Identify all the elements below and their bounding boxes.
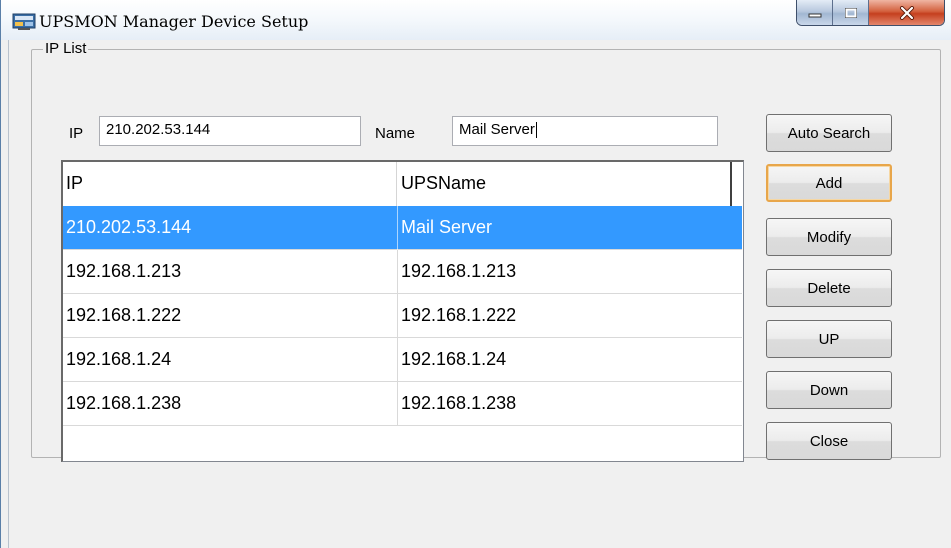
add-button[interactable]: Add (766, 164, 892, 202)
cell-divider (397, 294, 398, 338)
column-header-ip[interactable]: IP (63, 162, 397, 206)
table-row[interactable]: 210.202.53.144 Mail Server (63, 206, 742, 250)
name-input-value: Mail Server (459, 121, 535, 138)
up-button[interactable]: UP (766, 320, 892, 358)
maximize-button[interactable] (833, 0, 869, 25)
cell-divider (397, 206, 398, 250)
down-button[interactable]: Down (766, 371, 892, 409)
device-setup-window: UPSMON Manager Device Setup IP List IP 2… (0, 0, 951, 548)
cell-ip: 192.168.1.24 (66, 349, 172, 369)
groupbox-label: IP List (43, 40, 89, 57)
delete-button[interactable]: Delete (766, 269, 892, 307)
modify-button[interactable]: Modify (766, 218, 892, 256)
auto-search-button[interactable]: Auto Search (766, 114, 892, 152)
cell-ip: 192.168.1.213 (66, 261, 182, 281)
cell-upsname: Mail Server (401, 217, 493, 237)
window-controls (796, 0, 945, 26)
ip-label: IP (69, 125, 84, 142)
cell-divider (397, 338, 398, 382)
cell-upsname: 192.168.1.24 (401, 349, 507, 369)
cell-upsname: 192.168.1.222 (401, 305, 517, 325)
close-window-button[interactable] (869, 0, 944, 25)
cell-divider (397, 250, 398, 294)
close-icon (899, 5, 914, 20)
cell-ip: 210.202.53.144 (66, 217, 192, 237)
cell-upsname: 192.168.1.238 (401, 393, 517, 413)
name-label: Name (375, 125, 416, 142)
ip-list-view[interactable]: IP UPSName 210.202.53.144 Mail Server 19… (61, 160, 744, 462)
cell-ip: 192.168.1.222 (66, 305, 182, 325)
column-header-upsname[interactable]: UPSName (397, 162, 732, 206)
cell-divider (397, 382, 398, 426)
cell-upsname: 192.168.1.213 (401, 261, 517, 281)
list-header: IP UPSName (63, 162, 735, 207)
window-title: UPSMON Manager Device Setup (39, 12, 309, 31)
minimize-icon (808, 13, 821, 17)
minimize-button[interactable] (797, 0, 833, 25)
table-row[interactable]: 192.168.1.24 192.168.1.24 (63, 338, 742, 382)
name-input[interactable]: Mail Server (452, 116, 718, 146)
cell-ip: 192.168.1.238 (66, 393, 182, 413)
table-row[interactable]: 192.168.1.222 192.168.1.222 (63, 294, 742, 338)
ip-input-value: 210.202.53.144 (106, 121, 211, 138)
table-row[interactable]: 192.168.1.213 192.168.1.213 (63, 250, 742, 294)
app-icon (12, 13, 36, 30)
maximize-icon (844, 7, 857, 18)
table-row[interactable]: 192.168.1.238 192.168.1.238 (63, 382, 742, 426)
title-bar[interactable]: UPSMON Manager Device Setup (1, 0, 951, 40)
close-button[interactable]: Close (766, 422, 892, 460)
text-caret (535, 122, 537, 139)
ip-input[interactable]: 210.202.53.144 (99, 116, 361, 146)
